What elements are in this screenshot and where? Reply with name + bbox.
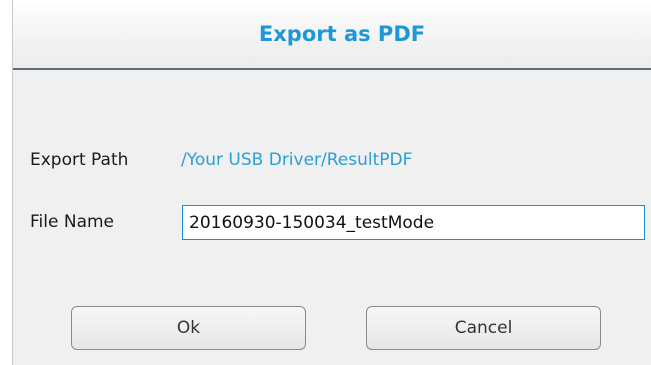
export-pdf-dialog: Export as PDF Export Path /Your USB Driv… — [12, 0, 651, 365]
file-name-input[interactable] — [182, 205, 645, 240]
export-path-label: Export Path — [30, 150, 129, 170]
export-path-value: /Your USB Driver/ResultPDF — [181, 150, 413, 170]
ok-button[interactable]: Ok — [71, 306, 306, 350]
cancel-button[interactable]: Cancel — [366, 306, 601, 350]
file-name-label: File Name — [30, 212, 115, 232]
dialog-title-bar: Export as PDF — [13, 0, 651, 70]
dialog-title: Export as PDF — [258, 22, 426, 46]
